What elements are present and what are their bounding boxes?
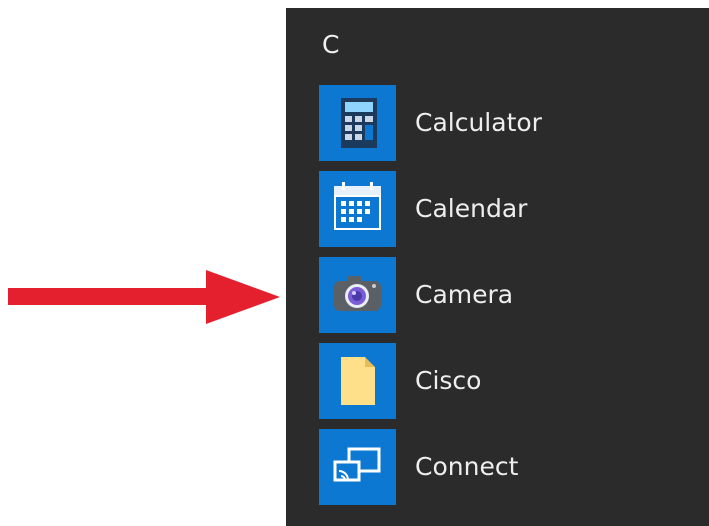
cisco-tile [319, 343, 396, 419]
screenshot-canvas: C Calculator Calendar Camera Cisco Conne… [0, 0, 709, 526]
camera-tile [319, 257, 396, 333]
app-item-cisco[interactable]: Cisco [319, 343, 699, 419]
app-list: Calculator Calendar Camera Cisco Connect [319, 85, 699, 515]
app-item-calculator[interactable]: Calculator [319, 85, 699, 161]
connect-tile [319, 429, 396, 505]
app-label-calendar: Calendar [415, 194, 528, 223]
calculator-tile [319, 85, 396, 161]
red-arrow-annotation-icon [8, 270, 280, 324]
app-label-cisco: Cisco [415, 366, 482, 395]
calendar-icon [334, 182, 381, 230]
app-label-calculator: Calculator [415, 108, 542, 137]
app-item-connect[interactable]: Connect [319, 429, 699, 505]
app-item-camera[interactable]: Camera [319, 257, 699, 333]
group-header-letter[interactable]: C [322, 30, 339, 60]
calculator-icon [341, 98, 377, 148]
start-menu-app-list-panel: C Calculator Calendar Camera Cisco Conne… [286, 8, 709, 526]
app-item-calendar[interactable]: Calendar [319, 171, 699, 247]
camera-icon [334, 276, 381, 311]
connect-icon [333, 447, 381, 482]
app-label-connect: Connect [415, 452, 519, 481]
app-label-camera: Camera [415, 280, 514, 309]
folder-icon [341, 357, 375, 405]
calendar-tile [319, 171, 396, 247]
